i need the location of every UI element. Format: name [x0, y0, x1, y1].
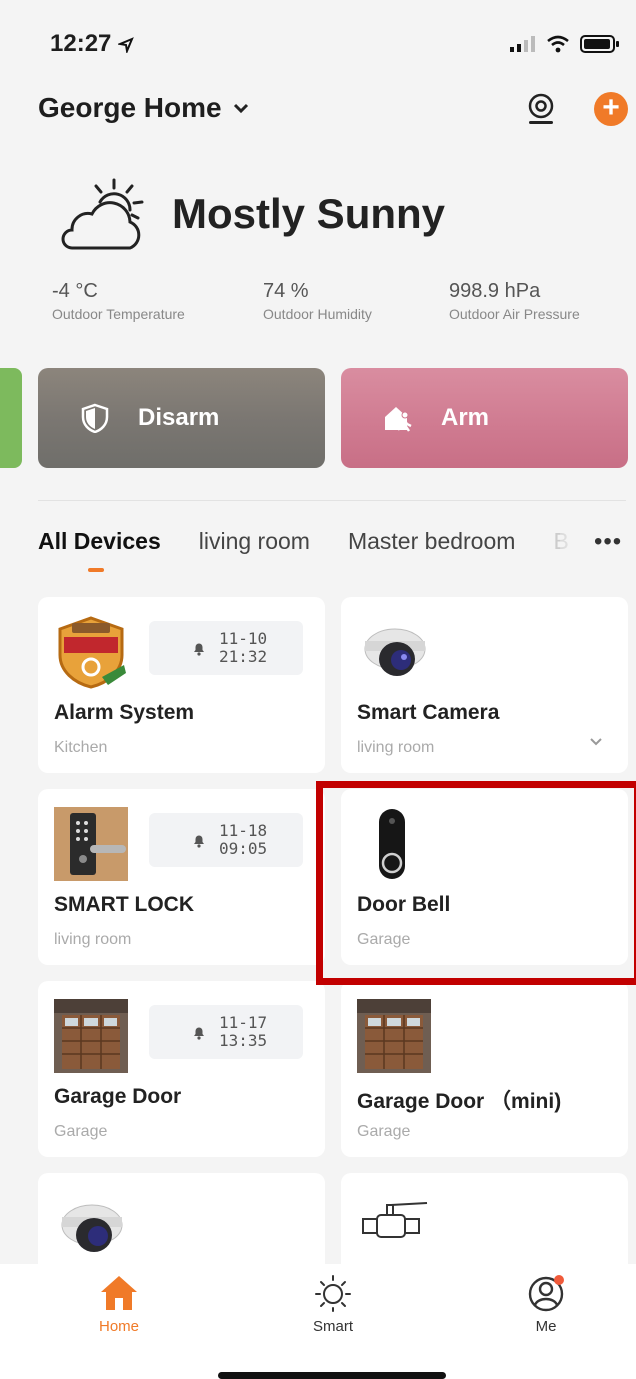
garage-door-thumb	[54, 999, 128, 1073]
humidity-label: Outdoor Humidity	[263, 306, 372, 322]
active-tab-indicator	[88, 568, 104, 572]
pressure-label: Outdoor Air Pressure	[449, 306, 580, 322]
device-card-garage-door[interactable]: 11-17 13:35 Garage Door Garage	[38, 981, 325, 1157]
chevron-down-icon	[233, 103, 248, 114]
device-room: Garage	[54, 1123, 108, 1140]
house-walk-icon	[385, 407, 412, 432]
arm-label: Arm	[441, 404, 490, 431]
last-alert-badge: 11-17 13:35	[149, 1005, 303, 1059]
cellular-signal-icon	[510, 36, 535, 52]
location-arrow-icon	[116, 36, 134, 55]
nav-smart-label: Smart	[312, 1318, 353, 1335]
temperature-metric: -4 °C Outdoor Temperature	[52, 280, 185, 322]
device-card-alarm-system[interactable]: 11-10 21:32 Alarm System Kitchen	[38, 597, 325, 773]
device-room: Garage	[357, 1123, 411, 1140]
alert-date: 11-18	[219, 821, 268, 840]
status-time: 12:27	[50, 30, 134, 58]
last-alert-badge: 11-10 21:32	[149, 621, 303, 675]
wifi-icon	[547, 35, 569, 53]
home-indicator	[218, 1372, 446, 1379]
chevron-down-icon[interactable]	[589, 735, 603, 749]
profile-icon	[528, 1275, 564, 1312]
alarm-system-thumb	[58, 616, 126, 689]
bell-icon	[194, 835, 204, 848]
disarm-scene-button[interactable]: Disarm	[38, 368, 325, 468]
tab-all-devices[interactable]: All Devices	[38, 528, 161, 555]
sun-icon	[315, 1275, 351, 1312]
device-room: living room	[357, 739, 435, 756]
device-name: Smart Camera	[357, 701, 500, 724]
smart-lock-thumb	[54, 807, 128, 881]
webcam-icon	[528, 93, 554, 124]
temperature-value: -4 °C	[52, 280, 98, 302]
device-name: SMART LOCK	[54, 893, 194, 916]
room-tabs: All Devices living room Master bedroom B	[38, 528, 569, 555]
partly-sunny-icon	[61, 178, 144, 250]
bell-icon	[194, 1027, 204, 1040]
battery-icon	[580, 35, 619, 53]
bottom-navigation: Home Smart Me	[0, 1264, 636, 1379]
pressure-value: 998.9 hPa	[449, 280, 541, 302]
bell-icon	[194, 643, 204, 656]
device-name: Garage Door	[54, 1085, 182, 1108]
device-room: living room	[54, 931, 132, 948]
add-device-button[interactable]: +	[594, 92, 628, 126]
nav-me[interactable]: Me	[506, 1274, 586, 1335]
weather-condition: Mostly Sunny	[172, 190, 446, 237]
pressure-metric: 998.9 hPa Outdoor Air Pressure	[449, 280, 580, 322]
tab-master-bedroom[interactable]: Master bedroom	[348, 528, 515, 555]
temperature-label: Outdoor Temperature	[52, 306, 185, 322]
arm-scene-button[interactable]: Arm	[341, 368, 628, 468]
humidity-value: 74 %	[263, 280, 309, 302]
valve-thumb	[362, 1202, 428, 1238]
device-card-smart-lock[interactable]: 11-18 09:05 SMART LOCK living room	[38, 789, 325, 965]
device-card-smart-camera[interactable]: Smart Camera living room	[341, 597, 628, 773]
section-divider	[38, 500, 626, 501]
device-name: Alarm System	[54, 701, 195, 724]
selection-highlight	[316, 781, 636, 985]
dome-camera-thumb	[61, 1204, 123, 1252]
alert-date: 11-10	[219, 629, 268, 648]
nav-me-label: Me	[535, 1318, 557, 1335]
status-icons	[510, 34, 620, 54]
smart-camera-thumb	[364, 628, 426, 676]
home-selector[interactable]: George Home	[38, 92, 250, 124]
home-icon	[101, 1276, 137, 1310]
alert-time: 21:32	[219, 647, 268, 666]
tab-fade-overlay	[560, 528, 586, 560]
shield-icon	[81, 403, 109, 433]
plus-icon: +	[602, 91, 620, 124]
device-name: Garage Door （mini)	[357, 1090, 562, 1113]
humidity-metric: 74 % Outdoor Humidity	[263, 280, 372, 322]
last-alert-badge: 11-18 09:05	[149, 813, 303, 867]
home-name: George Home	[38, 92, 222, 123]
more-tabs-button[interactable]: •••	[594, 528, 622, 556]
scene-card-partial[interactable]	[0, 368, 22, 468]
alert-date: 11-17	[219, 1013, 268, 1032]
nav-home-label: Home	[98, 1318, 139, 1335]
nav-home[interactable]: Home	[79, 1274, 159, 1335]
alert-time: 13:35	[219, 1031, 268, 1050]
disarm-label: Disarm	[138, 404, 220, 431]
camera-view-button[interactable]	[526, 92, 556, 126]
alert-time: 09:05	[219, 839, 268, 858]
nav-smart[interactable]: Smart	[293, 1274, 373, 1335]
device-card-garage-door-mini[interactable]: Garage Door （mini) Garage	[341, 981, 628, 1157]
tab-living-room[interactable]: living room	[199, 528, 310, 555]
garage-door-thumb	[357, 999, 431, 1073]
device-room: Kitchen	[54, 739, 108, 756]
